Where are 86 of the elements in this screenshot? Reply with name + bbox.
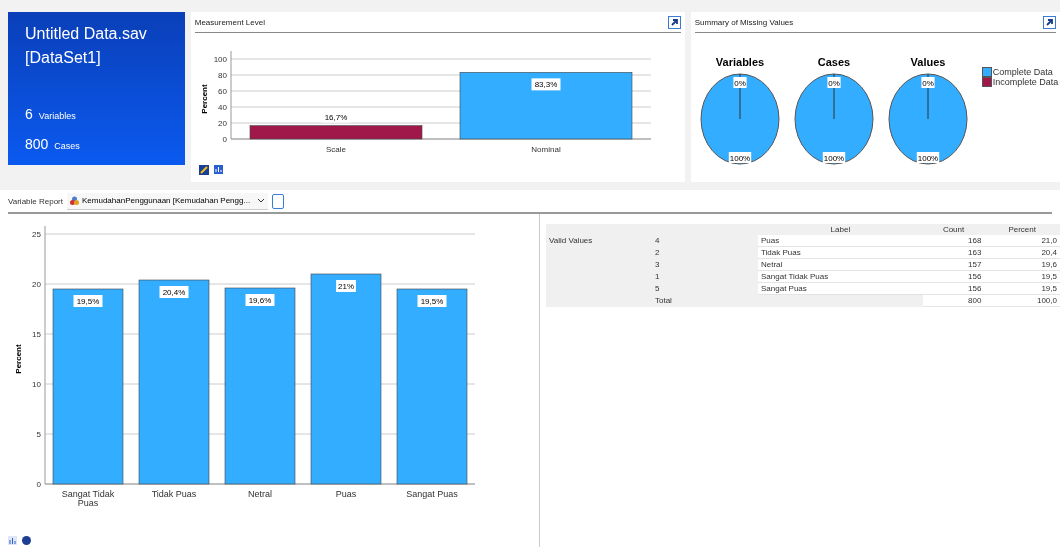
axis-tick-label: 5 [36, 430, 41, 439]
column-header: Percent [984, 224, 1060, 235]
axis-tick-label: 80 [217, 71, 227, 80]
axis-tick-label: 40 [217, 103, 227, 112]
table-cell: Sangat Puas [761, 284, 807, 293]
data-label: 19,5% [417, 295, 447, 307]
pie-title: Values [910, 57, 946, 68]
table-cell: 19,6 [1041, 260, 1057, 269]
table-cell: Sangat Tidak Puas [761, 272, 829, 281]
column-header: Count [922, 224, 985, 235]
axis-tick-label: 10 [32, 380, 41, 389]
table-cell: 20,4 [1041, 248, 1057, 257]
axis-tick-label: 0 [36, 480, 41, 489]
table-cell: 19,5 [1041, 284, 1057, 293]
axis-title: Percent [14, 344, 23, 374]
dataset-title: Untitled Data.sav [25, 24, 148, 44]
table-cell: 4 [655, 236, 660, 246]
toolbar-label: Variable Report [8, 196, 63, 206]
axis-tick-label: 25 [32, 230, 41, 239]
table-cell: Total [655, 296, 672, 305]
axis-tick-label: 60 [217, 87, 227, 96]
table-cell: Tidak Puas [761, 248, 801, 257]
table-cell: 1 [655, 272, 660, 281]
category-label: Tidak Puas [151, 489, 197, 499]
options-button[interactable] [272, 193, 285, 209]
data-label: 0% [921, 77, 935, 88]
axis-title: Percent [199, 84, 209, 114]
circles-icon [70, 196, 79, 205]
data-label: 21% [336, 280, 356, 292]
data-label: 100% [728, 152, 751, 163]
pie-title: Variables [715, 57, 764, 68]
data-label: 20,4% [159, 286, 189, 298]
data-label: 83,3% [531, 78, 561, 91]
pie-icon[interactable] [22, 536, 31, 545]
table-cell: 3 [655, 260, 660, 269]
category-label: Nominal [531, 145, 561, 154]
table-cell: 21,0 [1041, 236, 1057, 245]
table-cell: 156 [968, 272, 982, 281]
table-cell: 157 [968, 260, 982, 269]
expand-button[interactable] [1043, 15, 1056, 29]
legend-label: Complete Data [992, 67, 1053, 77]
data-label: 19,5% [73, 295, 103, 307]
category-label: Netral [248, 489, 272, 499]
chart-icon[interactable] [8, 536, 17, 545]
row-group-label: Valid Values [549, 236, 593, 246]
category-label: Puas [335, 489, 357, 499]
expand-button[interactable] [667, 15, 681, 29]
category-label: Scale [325, 145, 346, 154]
pie-title: Cases [817, 57, 850, 68]
axis-tick-label: 20 [217, 119, 227, 128]
data-label: 100% [822, 152, 845, 163]
axis-tick-label: 100 [213, 55, 227, 64]
variable-dropdown[interactable]: KemudahanPenggunaan [Kemudahan Pengg... [67, 192, 269, 210]
data-label: 0% [733, 77, 747, 88]
panel-title: Measurement Level [194, 17, 265, 27]
table-cell: 800 [968, 296, 982, 305]
table-cell: 100,0 [1036, 296, 1057, 305]
chart-icon[interactable] [213, 165, 223, 174]
panel-title: Summary of Missing Values [694, 17, 794, 27]
table-cell: 2 [655, 248, 660, 257]
caret-icon [257, 198, 266, 203]
axis-tick-label: 15 [32, 330, 41, 339]
arrow-icon [1045, 17, 1054, 27]
arrow-icon [669, 17, 679, 27]
stat-label: Variables [38, 111, 76, 121]
pencil-icon[interactable] [198, 165, 209, 175]
category-label: Sangat Tidak Puas [61, 489, 115, 508]
dataset-subtitle: [DataSet1] [25, 48, 102, 68]
data-label: 0% [827, 77, 841, 88]
legend-label: Incomplete Data [992, 77, 1059, 87]
data-label: 100% [916, 152, 939, 163]
table-cell: 5 [655, 284, 660, 293]
table-cell: Netral [761, 260, 783, 269]
table-cell: 168 [968, 236, 982, 245]
data-label: 19,6% [245, 294, 275, 306]
axis-tick-label: 0 [222, 135, 227, 144]
table-cell: Puas [761, 236, 780, 245]
axis-tick-label: 20 [32, 280, 41, 289]
stat-value: 6 [25, 106, 33, 122]
table-cell: 156 [968, 284, 982, 293]
table-cell: 19,5 [1041, 272, 1057, 281]
stat-value: 800 [25, 136, 49, 152]
table-cell: 163 [968, 248, 982, 257]
stat-label: Cases [54, 141, 80, 151]
column-header: Label [758, 224, 923, 235]
category-label: Sangat Puas [406, 489, 458, 499]
